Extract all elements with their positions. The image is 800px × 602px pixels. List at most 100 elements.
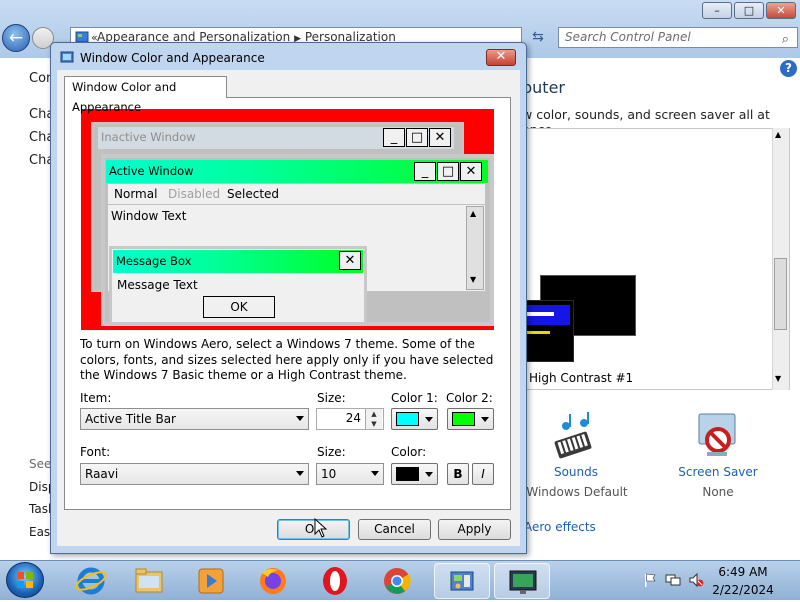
aero-effects-link[interactable]: Aero effects <box>524 520 596 534</box>
taskbar-firefox[interactable] <box>248 563 298 599</box>
close-icon: ✕ <box>339 251 361 270</box>
monitor-icon <box>509 570 537 594</box>
chevron-down-icon <box>425 472 433 477</box>
bold-toggle[interactable]: B <box>447 463 469 485</box>
taskbar-opera[interactable] <box>310 563 360 599</box>
page-heading: puter <box>522 78 565 97</box>
font-color-swatch <box>396 467 419 481</box>
clock-time[interactable]: 6:49 AM <box>708 565 778 579</box>
taskbar-media-player[interactable] <box>186 563 236 599</box>
start-button[interactable] <box>6 562 44 598</box>
preview-menu-selected[interactable]: Selected <box>227 184 279 204</box>
scroll-down-icon[interactable]: ▼ <box>775 374 781 383</box>
dialog-close-button[interactable]: ✕ <box>486 49 516 66</box>
help-icon[interactable]: ? <box>780 60 797 77</box>
scroll-up-icon: ▲ <box>470 209 477 218</box>
item-dropdown[interactable]: Active Title Bar <box>80 408 309 430</box>
minimize-button[interactable]: – <box>702 2 732 19</box>
color1-picker[interactable] <box>391 408 438 430</box>
clock-date[interactable]: 2/22/2024 <box>708 583 778 597</box>
color2-label: Color 2: <box>446 391 493 405</box>
scrollbar-thumb[interactable] <box>774 258 787 330</box>
tab-window-color[interactable]: Window Color and Appearance <box>64 76 227 114</box>
chevron-down-icon <box>425 417 433 422</box>
size-spin-buttons: ▲ ▼ <box>365 409 383 429</box>
back-button[interactable]: ← <box>2 24 30 52</box>
sounds-icon[interactable] <box>550 410 600 460</box>
preview-message-text[interactable]: Message Text <box>117 278 198 292</box>
spin-down-icon[interactable]: ▼ <box>366 419 382 429</box>
apply-button[interactable]: Apply <box>438 519 511 540</box>
windows-logo-icon <box>17 572 33 588</box>
media-player-icon <box>198 568 224 594</box>
close-button[interactable]: ✕ <box>766 2 796 19</box>
preview-menu-bar[interactable]: Normal Disabled Selected <box>108 184 485 204</box>
maximize-icon: □ <box>406 128 428 147</box>
color1-swatch <box>396 412 419 426</box>
chevron-down-icon <box>296 471 304 476</box>
minimize-icon: _ <box>383 128 405 147</box>
preview-menu-disabled[interactable]: Disabled <box>168 184 220 204</box>
sounds-value: Windows Default <box>526 485 628 499</box>
sounds-link[interactable]: Sounds <box>541 465 611 479</box>
font-color-label: Color: <box>391 445 427 459</box>
search-icon[interactable]: ⌕ <box>782 30 789 49</box>
taskbar-internet-explorer[interactable] <box>66 563 116 599</box>
font-color-picker[interactable] <box>391 463 438 485</box>
maximize-button[interactable]: □ <box>734 2 764 19</box>
search-input[interactable]: Search Control Panel ⌕ <box>558 27 798 48</box>
cancel-button[interactable]: Cancel <box>358 519 431 540</box>
mouse-cursor-icon <box>314 518 328 538</box>
scroll-up-icon[interactable]: ▲ <box>775 130 781 139</box>
item-value: Active Title Bar <box>85 412 176 426</box>
item-size-spinner[interactable]: 24 ▲ ▼ <box>316 408 384 430</box>
preview-ok-button[interactable]: OK <box>203 296 275 318</box>
refresh-button[interactable]: ⇆ <box>527 27 549 48</box>
theme-name-label[interactable]: High Contrast #1 <box>529 371 633 385</box>
volume-muted-icon[interactable] <box>688 572 704 588</box>
taskbar-control-panel[interactable] <box>434 563 490 599</box>
close-icon: ✕ <box>495 49 507 64</box>
search-placeholder: Search Control Panel <box>565 30 691 44</box>
color2-swatch <box>452 412 475 426</box>
back-arrow-icon: ← <box>8 28 24 48</box>
theme-preview-text <box>524 312 554 316</box>
refresh-icon: ⇆ <box>532 29 544 45</box>
taskbar-file-explorer[interactable] <box>124 563 174 599</box>
aero-description: To turn on Windows Aero, select a Window… <box>80 337 494 382</box>
color2-picker[interactable] <box>447 408 494 430</box>
dialog-title: Window Color and Appearance <box>80 51 265 65</box>
taskbar-chrome[interactable] <box>372 563 422 599</box>
font-label: Font: <box>80 445 111 459</box>
internet-explorer-icon <box>75 567 107 595</box>
chrome-icon <box>384 568 411 594</box>
item-label: Item: <box>80 391 112 405</box>
preview-window-text: Window Text <box>111 209 187 223</box>
preview-menu-normal[interactable]: Normal <box>114 184 157 204</box>
action-center-flag-icon[interactable] <box>642 572 658 588</box>
item-size-label: Size: <box>317 391 346 405</box>
font-size-label: Size: <box>317 445 346 459</box>
dialog-app-icon <box>60 51 74 63</box>
preview-scrollbar[interactable]: ▲ ▼ <box>466 206 484 290</box>
taskbar-personalization[interactable] <box>494 563 550 599</box>
network-icon[interactable] <box>664 572 682 588</box>
scroll-down-icon: ▼ <box>470 275 477 284</box>
minimize-icon: _ <box>414 162 436 181</box>
chevron-down-icon <box>296 416 304 421</box>
screen-saver-icon[interactable] <box>693 410 743 460</box>
chevron-down-icon <box>481 417 489 422</box>
color1-label: Color 1: <box>391 391 438 405</box>
font-dropdown[interactable]: Raavi <box>80 463 309 485</box>
chevron-down-icon <box>371 471 379 476</box>
close-icon: ✕ <box>460 162 482 181</box>
preview-message-box-titlebar[interactable]: Message Box <box>113 250 363 273</box>
opera-icon <box>323 567 347 595</box>
screen-saver-value: None <box>702 485 734 499</box>
italic-toggle[interactable]: I <box>472 463 494 485</box>
font-size-dropdown[interactable]: 10 <box>316 463 384 485</box>
theme-list-scrollbar[interactable]: ▲ ▼ <box>772 128 789 390</box>
maximize-icon: □ <box>437 162 459 181</box>
screen-saver-link[interactable]: Screen Saver <box>670 465 766 479</box>
close-icon: ✕ <box>429 128 451 147</box>
